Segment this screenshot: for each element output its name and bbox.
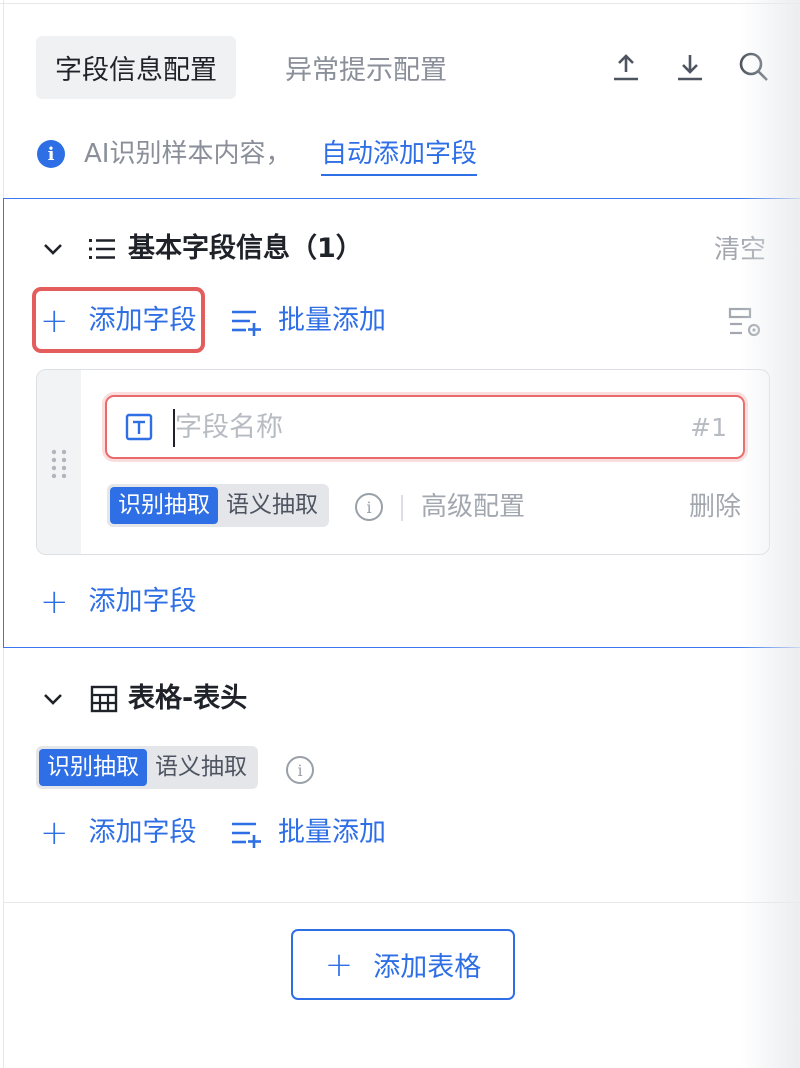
chevron-down-icon[interactable] bbox=[40, 236, 66, 262]
batch-add-icon bbox=[232, 310, 261, 336]
table-add-field-button[interactable]: + 添加字段 bbox=[40, 813, 197, 853]
mode-semantic[interactable]: 语义抽取 bbox=[218, 487, 326, 524]
chevron-down-icon[interactable] bbox=[40, 686, 66, 712]
section-divider bbox=[3, 902, 800, 903]
plus-icon: + bbox=[324, 944, 354, 985]
table-add-field-label: 添加字段 bbox=[88, 817, 197, 848]
section-title-basic: 基本字段信息（1） bbox=[128, 233, 363, 264]
advanced-config-link[interactable]: 高级配置 bbox=[421, 487, 525, 527]
batch-add-label: 批量添加 bbox=[278, 305, 386, 336]
add-field-button[interactable]: + 添加字段 bbox=[40, 301, 197, 341]
info-circle-icon[interactable]: i bbox=[286, 756, 314, 784]
add-table-label: 添加表格 bbox=[373, 952, 482, 983]
mode-recognize[interactable]: 识别抽取 bbox=[110, 487, 218, 524]
batch-add-icon bbox=[232, 822, 261, 848]
tab-exception-config[interactable]: 异常提示配置 bbox=[285, 36, 447, 99]
add-field-bottom-button[interactable]: + 添加字段 bbox=[40, 582, 197, 622]
field-card: 字段名称 #1 识别抽取 语义抽取 i 高级配置 删除 bbox=[36, 369, 770, 555]
table-batch-add-label: 批量添加 bbox=[278, 817, 386, 848]
separator bbox=[401, 495, 403, 521]
table-mode-semantic[interactable]: 语义抽取 bbox=[147, 749, 255, 786]
search-icon[interactable] bbox=[737, 50, 771, 84]
ai-hint-text: AI识别样本内容， bbox=[84, 139, 292, 169]
list-icon bbox=[88, 236, 116, 262]
plus-icon: + bbox=[40, 582, 69, 622]
extract-mode-toggle[interactable]: 识别抽取 语义抽取 bbox=[107, 484, 329, 527]
table-batch-add-button[interactable]: 批量添加 bbox=[230, 813, 386, 853]
upload-icon[interactable] bbox=[609, 50, 643, 84]
add-field-label: 添加字段 bbox=[88, 305, 197, 336]
auto-add-fields-link[interactable]: 自动添加字段 bbox=[321, 134, 478, 176]
text-type-icon[interactable] bbox=[125, 413, 153, 441]
field-name-input[interactable]: 字段名称 #1 bbox=[105, 395, 745, 459]
drag-handle-icon[interactable] bbox=[50, 448, 68, 478]
table-extract-mode-toggle[interactable]: 识别抽取 语义抽取 bbox=[36, 746, 258, 789]
table-mode-recognize[interactable]: 识别抽取 bbox=[39, 749, 147, 786]
download-icon[interactable] bbox=[673, 50, 707, 84]
add-table-button[interactable]: + 添加表格 bbox=[291, 929, 515, 1000]
drag-strip[interactable] bbox=[37, 370, 81, 554]
add-field-bottom-label: 添加字段 bbox=[88, 586, 197, 617]
table-icon bbox=[90, 685, 118, 713]
tab-field-config[interactable]: 字段信息配置 bbox=[36, 36, 236, 99]
field-settings-icon[interactable] bbox=[728, 306, 764, 340]
delete-field-button[interactable]: 删除 bbox=[689, 487, 741, 527]
plus-icon: + bbox=[40, 301, 69, 341]
clear-button[interactable]: 清空 bbox=[714, 230, 766, 270]
plus-icon: + bbox=[40, 813, 69, 853]
top-border bbox=[0, 3, 800, 4]
info-circle-icon[interactable]: i bbox=[355, 493, 383, 521]
batch-add-button[interactable]: 批量添加 bbox=[230, 301, 386, 341]
config-panel: 字段信息配置 异常提示配置 i AI识别样本内容， 自动添加字段 基本字段信息（… bbox=[0, 0, 800, 1068]
info-icon: i bbox=[37, 140, 65, 168]
field-name-placeholder: 字段名称 bbox=[175, 412, 283, 443]
section-title-table: 表格-表头 bbox=[128, 683, 248, 714]
field-index: #1 bbox=[690, 413, 727, 442]
